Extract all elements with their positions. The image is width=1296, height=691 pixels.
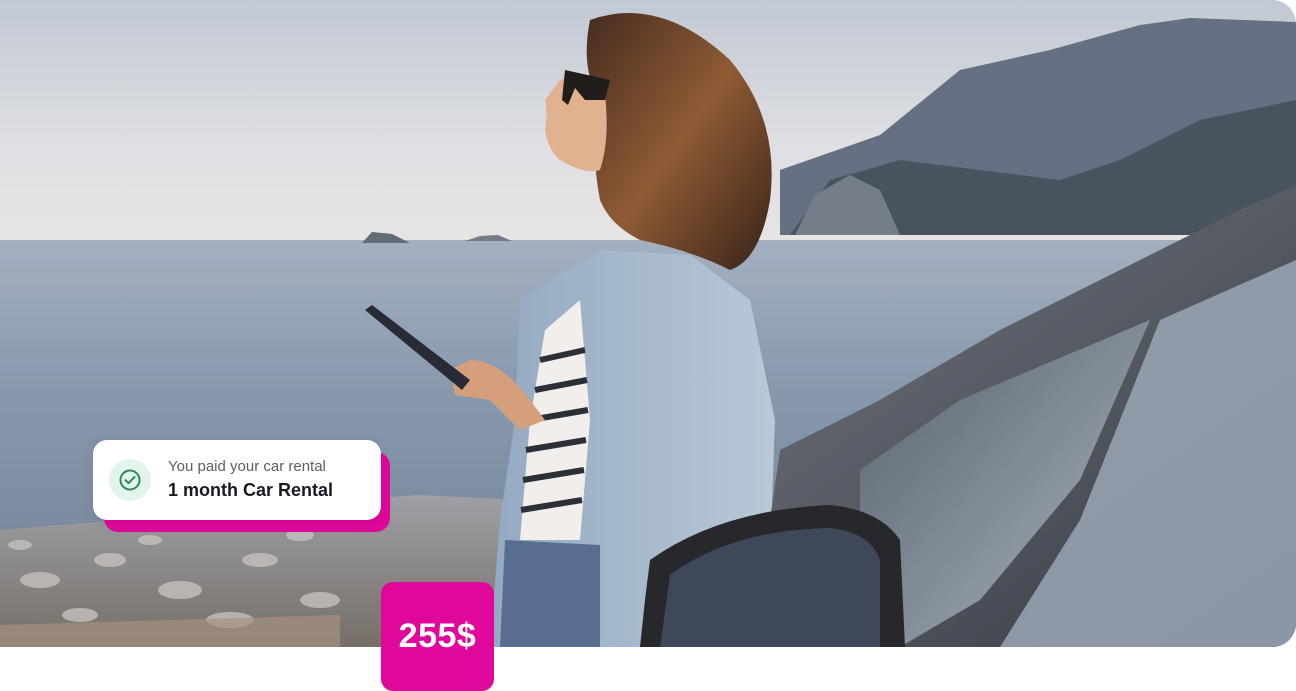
hero-photo <box>0 0 1296 647</box>
check-circle-icon <box>109 459 151 501</box>
payment-notification-card: You paid your car rental 1 month Car Ren… <box>93 440 381 520</box>
notification-title: 1 month Car Rental <box>168 480 334 500</box>
hero-stage: You paid your car rental 1 month Car Ren… <box>0 0 1296 691</box>
woman-by-car-sea-photo <box>0 0 1296 647</box>
notification-subtitle: You paid your car rental <box>168 458 326 475</box>
price-badge: 255$ <box>381 582 494 691</box>
